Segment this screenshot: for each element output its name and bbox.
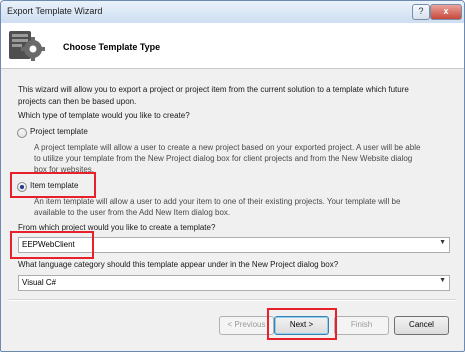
chevron-down-icon: ▼ (439, 277, 446, 284)
help-button[interactable]: ? (412, 4, 430, 20)
language-select[interactable]: Visual C# ▼ (18, 275, 450, 291)
intro-text-line1: This wizard will allow you to export a p… (18, 85, 409, 94)
wizard-gear-icon (9, 31, 45, 61)
finish-button[interactable]: Finish (334, 316, 389, 335)
language-question: What language category should this templ… (18, 260, 339, 269)
page-title: Choose Template Type (63, 42, 161, 52)
previous-button[interactable]: < Previous (219, 316, 274, 335)
item-template-highlight (10, 172, 96, 198)
chevron-down-icon: ▼ (439, 239, 446, 246)
title-bar: Export Template Wizard ? x (1, 1, 464, 23)
window-title: Export Template Wizard (7, 6, 103, 16)
language-select-value: Visual C# (22, 278, 57, 287)
project-template-radio[interactable] (17, 128, 27, 138)
footer-separator (9, 299, 456, 301)
project-template-label[interactable]: Project template (30, 126, 88, 138)
template-type-question: Which type of template would you like to… (18, 111, 190, 120)
item-template-desc-line2: available to the user from the Add New I… (34, 208, 231, 217)
project-select-highlight (10, 231, 94, 259)
wizard-body: This wizard will allow you to export a p… (1, 69, 464, 351)
close-button[interactable]: x (430, 4, 462, 20)
next-button-highlight (267, 308, 337, 340)
wizard-header: Choose Template Type (1, 23, 464, 69)
intro-text-line2: projects can then be based upon. (18, 97, 137, 106)
cancel-button[interactable]: Cancel (394, 316, 449, 335)
